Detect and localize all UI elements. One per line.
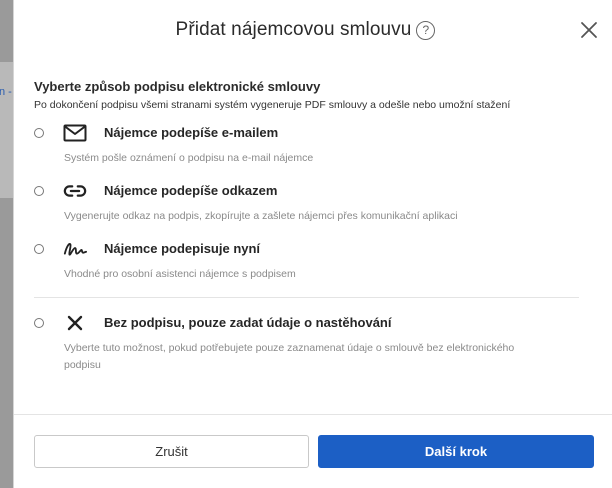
close-icon [581,22,597,38]
option-description: Vyberte tuto možnost, pokud potřebujete … [64,342,515,371]
radio-sign-now[interactable] [34,244,44,254]
link-icon [63,182,87,200]
add-lease-dialog: Přidat nájemcovou smlouvu ? Vyberte způs… [13,0,612,488]
instruction-title: Vyberte způsob podpisu elektronické smlo… [34,79,321,94]
dialog-header: Přidat nájemcovou smlouvu ? [14,0,612,60]
dialog-title-row: Přidat nájemcovou smlouvu ? [176,19,436,41]
option-description: Systém pošle oznámení o podpisu na e-mai… [64,152,314,164]
option-label: Nájemce podepíše odkazem [104,183,278,198]
option-description: Vhodné pro osobní asistenci nájemce s po… [64,268,296,280]
background-link-fragment: n - [0,86,12,98]
instruction-subtitle: Po dokončení podpisu všemi stranami syst… [34,99,511,111]
signature-icon [63,240,87,258]
next-step-button[interactable]: Další krok [318,435,594,468]
dialog-title: Přidat nájemcovou smlouvu [175,19,412,40]
option-label: Nájemce podepisuje nyní [104,241,261,256]
options-divider [34,297,579,298]
option-description: Vygenerujte odkaz na podpis, zkopírujte … [64,210,458,222]
envelope-icon [63,124,87,142]
radio-sign-by-email[interactable] [34,128,44,138]
cancel-button[interactable]: Zrušit [34,435,309,468]
help-icon[interactable]: ? [416,20,436,40]
radio-sign-by-link[interactable] [34,186,44,196]
option-label: Nájemce podepíše e-mailem [104,125,279,140]
x-icon [63,314,87,332]
footer-divider [14,414,612,415]
option-label: Bez podpisu, pouze zadat údaje o nastěho… [104,315,392,330]
radio-no-signature[interactable] [34,318,44,328]
dialog-content: Vyberte způsob podpisu elektronické smlo… [34,79,594,111]
close-button[interactable] [580,21,598,39]
